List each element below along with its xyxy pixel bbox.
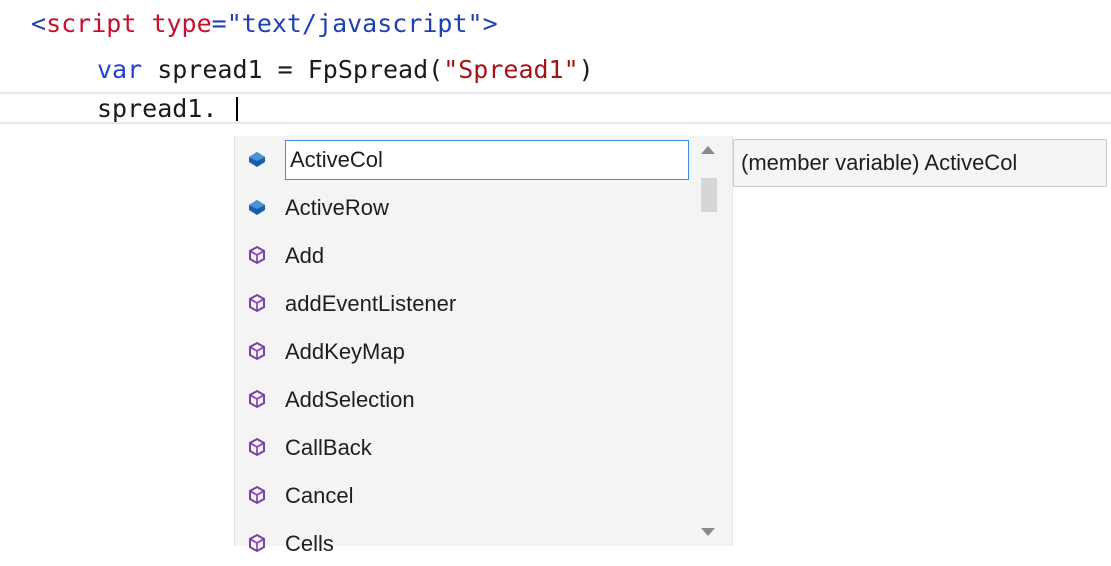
completion-item-label: AddKeyMap [285,339,405,364]
string-literal: "Spread1" [443,55,579,84]
method-icon [247,389,267,409]
completion-item-label: ActiveRow [285,195,389,220]
scroll-up-arrow-icon[interactable] [701,146,715,154]
completion-item-label: Cancel [285,483,354,508]
completion-item-label: CallBack [285,435,372,460]
code-text-current: spread1. [97,94,218,123]
completion-scrollbar[interactable] [699,136,719,546]
completion-item[interactable]: Add [235,234,697,278]
attribute-name: type [151,9,212,38]
completion-item[interactable]: Cancel [235,474,697,518]
completion-item-label: AddSelection [285,387,415,412]
keyword-var: var [97,55,143,84]
completion-item[interactable]: Cells [235,522,697,566]
attribute-value: "text/javascript" [226,9,483,38]
method-icon [247,533,267,553]
completion-item[interactable]: ActiveCol [235,138,697,182]
completion-item-label: ActiveCol [290,147,383,172]
tag-name: script [46,9,137,38]
method-icon [247,245,267,265]
method-icon [247,341,267,361]
completion-item[interactable]: AddSelection [235,378,697,422]
completion-item[interactable]: addEventListener [235,282,697,326]
method-icon [247,485,267,505]
tag-open-bracket: < [31,9,47,38]
completion-tooltip: (member variable) ActiveCol [733,139,1107,187]
completion-item-label: addEventListener [285,291,457,316]
tag-close-bracket: > [482,9,498,38]
attribute-equals: = [211,9,227,38]
completion-item[interactable]: AddKeyMap [235,330,697,374]
scroll-thumb[interactable] [701,178,717,212]
code-text: spread1 = FpSpread( [142,55,444,84]
method-icon [247,293,267,313]
member-variable-icon [247,149,267,169]
completion-item[interactable]: CallBack [235,426,697,470]
text-caret [236,97,238,121]
completion-item-label: Cells [285,531,334,556]
completion-list[interactable]: ActiveCol ActiveRow Add addEventListener Add… [234,136,733,556]
code-line-2: var spread1 = FpSpread("Spread1") [97,51,594,89]
completion-item-label: Add [285,243,325,268]
member-variable-icon [247,197,267,217]
code-line-1: <script type="text/javascript"> [31,5,498,43]
code-line-3-current[interactable]: spread1. [0,92,1111,124]
scroll-down-arrow-icon[interactable] [701,528,715,536]
completion-item[interactable]: ActiveRow [235,186,697,230]
code-text-end: ) [578,55,594,84]
method-icon [247,437,267,457]
